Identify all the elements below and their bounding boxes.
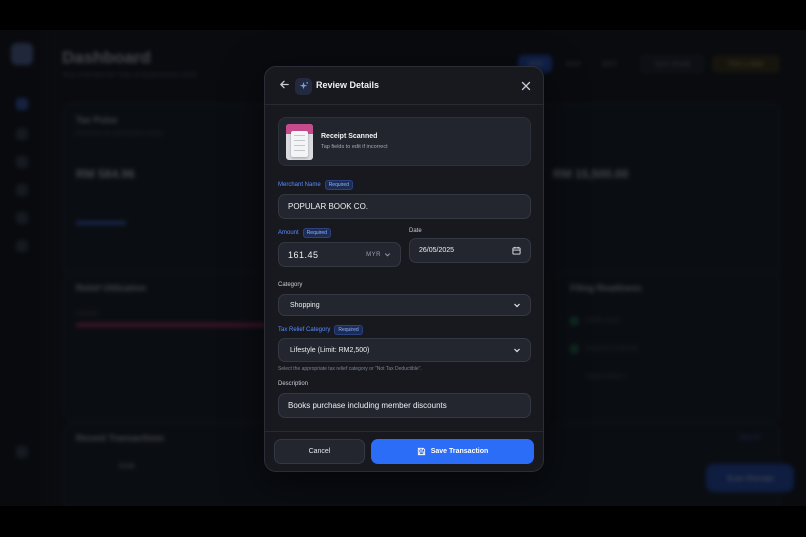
save-label: Save Transaction	[430, 448, 489, 455]
save-transaction-button[interactable]: Save Transaction	[371, 439, 534, 464]
modal-footer-divider	[265, 431, 543, 432]
relief-category-label-text: Tax Relief Category	[278, 327, 331, 333]
back-button[interactable]	[276, 78, 292, 94]
modal-title: Review Details	[316, 80, 380, 90]
relief-category-value: Lifestyle (Limit: RM2,500)	[290, 346, 370, 354]
required-badge: Required	[334, 325, 363, 335]
amount-input[interactable]: 161.45 MYR	[278, 242, 401, 267]
date-picker-toggle[interactable]	[512, 246, 521, 255]
relief-category-hint: Select the appropriate tax relief catego…	[278, 366, 422, 372]
receipt-thumbnail[interactable]	[286, 124, 313, 160]
sparkle-icon	[299, 81, 308, 90]
merchant-label: Merchant Name Required	[278, 180, 353, 190]
chevron-down-icon	[384, 253, 391, 257]
description-label: Description	[278, 381, 308, 387]
tax-relief-category-select[interactable]: Lifestyle (Limit: RM2,500)	[278, 338, 531, 362]
date-label: Date	[409, 228, 422, 234]
sparkle-badge	[295, 78, 312, 95]
receipt-subtitle: Tap fields to edit if incorrect	[321, 144, 388, 150]
receipt-scanned-banner: Receipt Scanned Tap fields to edit if in…	[278, 117, 531, 166]
review-details-modal: Review Details Receipt Scanned Tap field…	[264, 66, 544, 472]
description-value: Books purchase including member discount…	[288, 401, 447, 410]
category-label-text: Category	[278, 282, 303, 288]
amount-label-text: Amount	[278, 230, 299, 236]
category-select[interactable]: Shopping	[278, 294, 531, 316]
amount-value: 161.45	[288, 249, 319, 260]
merchant-label-text: Merchant Name	[278, 182, 321, 188]
required-badge: Required	[324, 180, 353, 190]
merchant-value: POPULAR BOOK CO.	[288, 202, 369, 211]
description-input[interactable]: Books purchase including member discount…	[278, 393, 531, 418]
chevron-down-icon	[514, 303, 520, 308]
category-value: Shopping	[290, 301, 320, 309]
date-value: 26/05/2025	[419, 247, 455, 254]
back-arrow-icon	[279, 80, 289, 89]
receipt-title: Receipt Scanned	[321, 133, 378, 140]
app-frame: Dashboard Your overview for Year of Asse…	[0, 30, 806, 506]
relief-category-label: Tax Relief Category Required	[278, 325, 363, 335]
required-badge: Required	[302, 228, 331, 238]
modal-header: Review Details	[265, 67, 543, 105]
merchant-name-input[interactable]: POPULAR BOOK CO.	[278, 194, 531, 219]
calendar-icon	[512, 246, 521, 255]
currency-value: MYR	[366, 251, 381, 258]
date-label-text: Date	[409, 228, 422, 234]
amount-label: Amount Required	[278, 228, 331, 238]
chevron-down-icon	[514, 348, 520, 353]
category-label: Category	[278, 282, 302, 288]
save-icon	[417, 447, 425, 456]
description-label-text: Description	[278, 381, 309, 387]
close-icon	[521, 81, 531, 91]
currency-select[interactable]: MYR	[366, 251, 391, 258]
close-button[interactable]	[518, 78, 534, 94]
cancel-button[interactable]: Cancel	[274, 439, 365, 464]
date-input[interactable]: 26/05/2025	[409, 238, 531, 263]
